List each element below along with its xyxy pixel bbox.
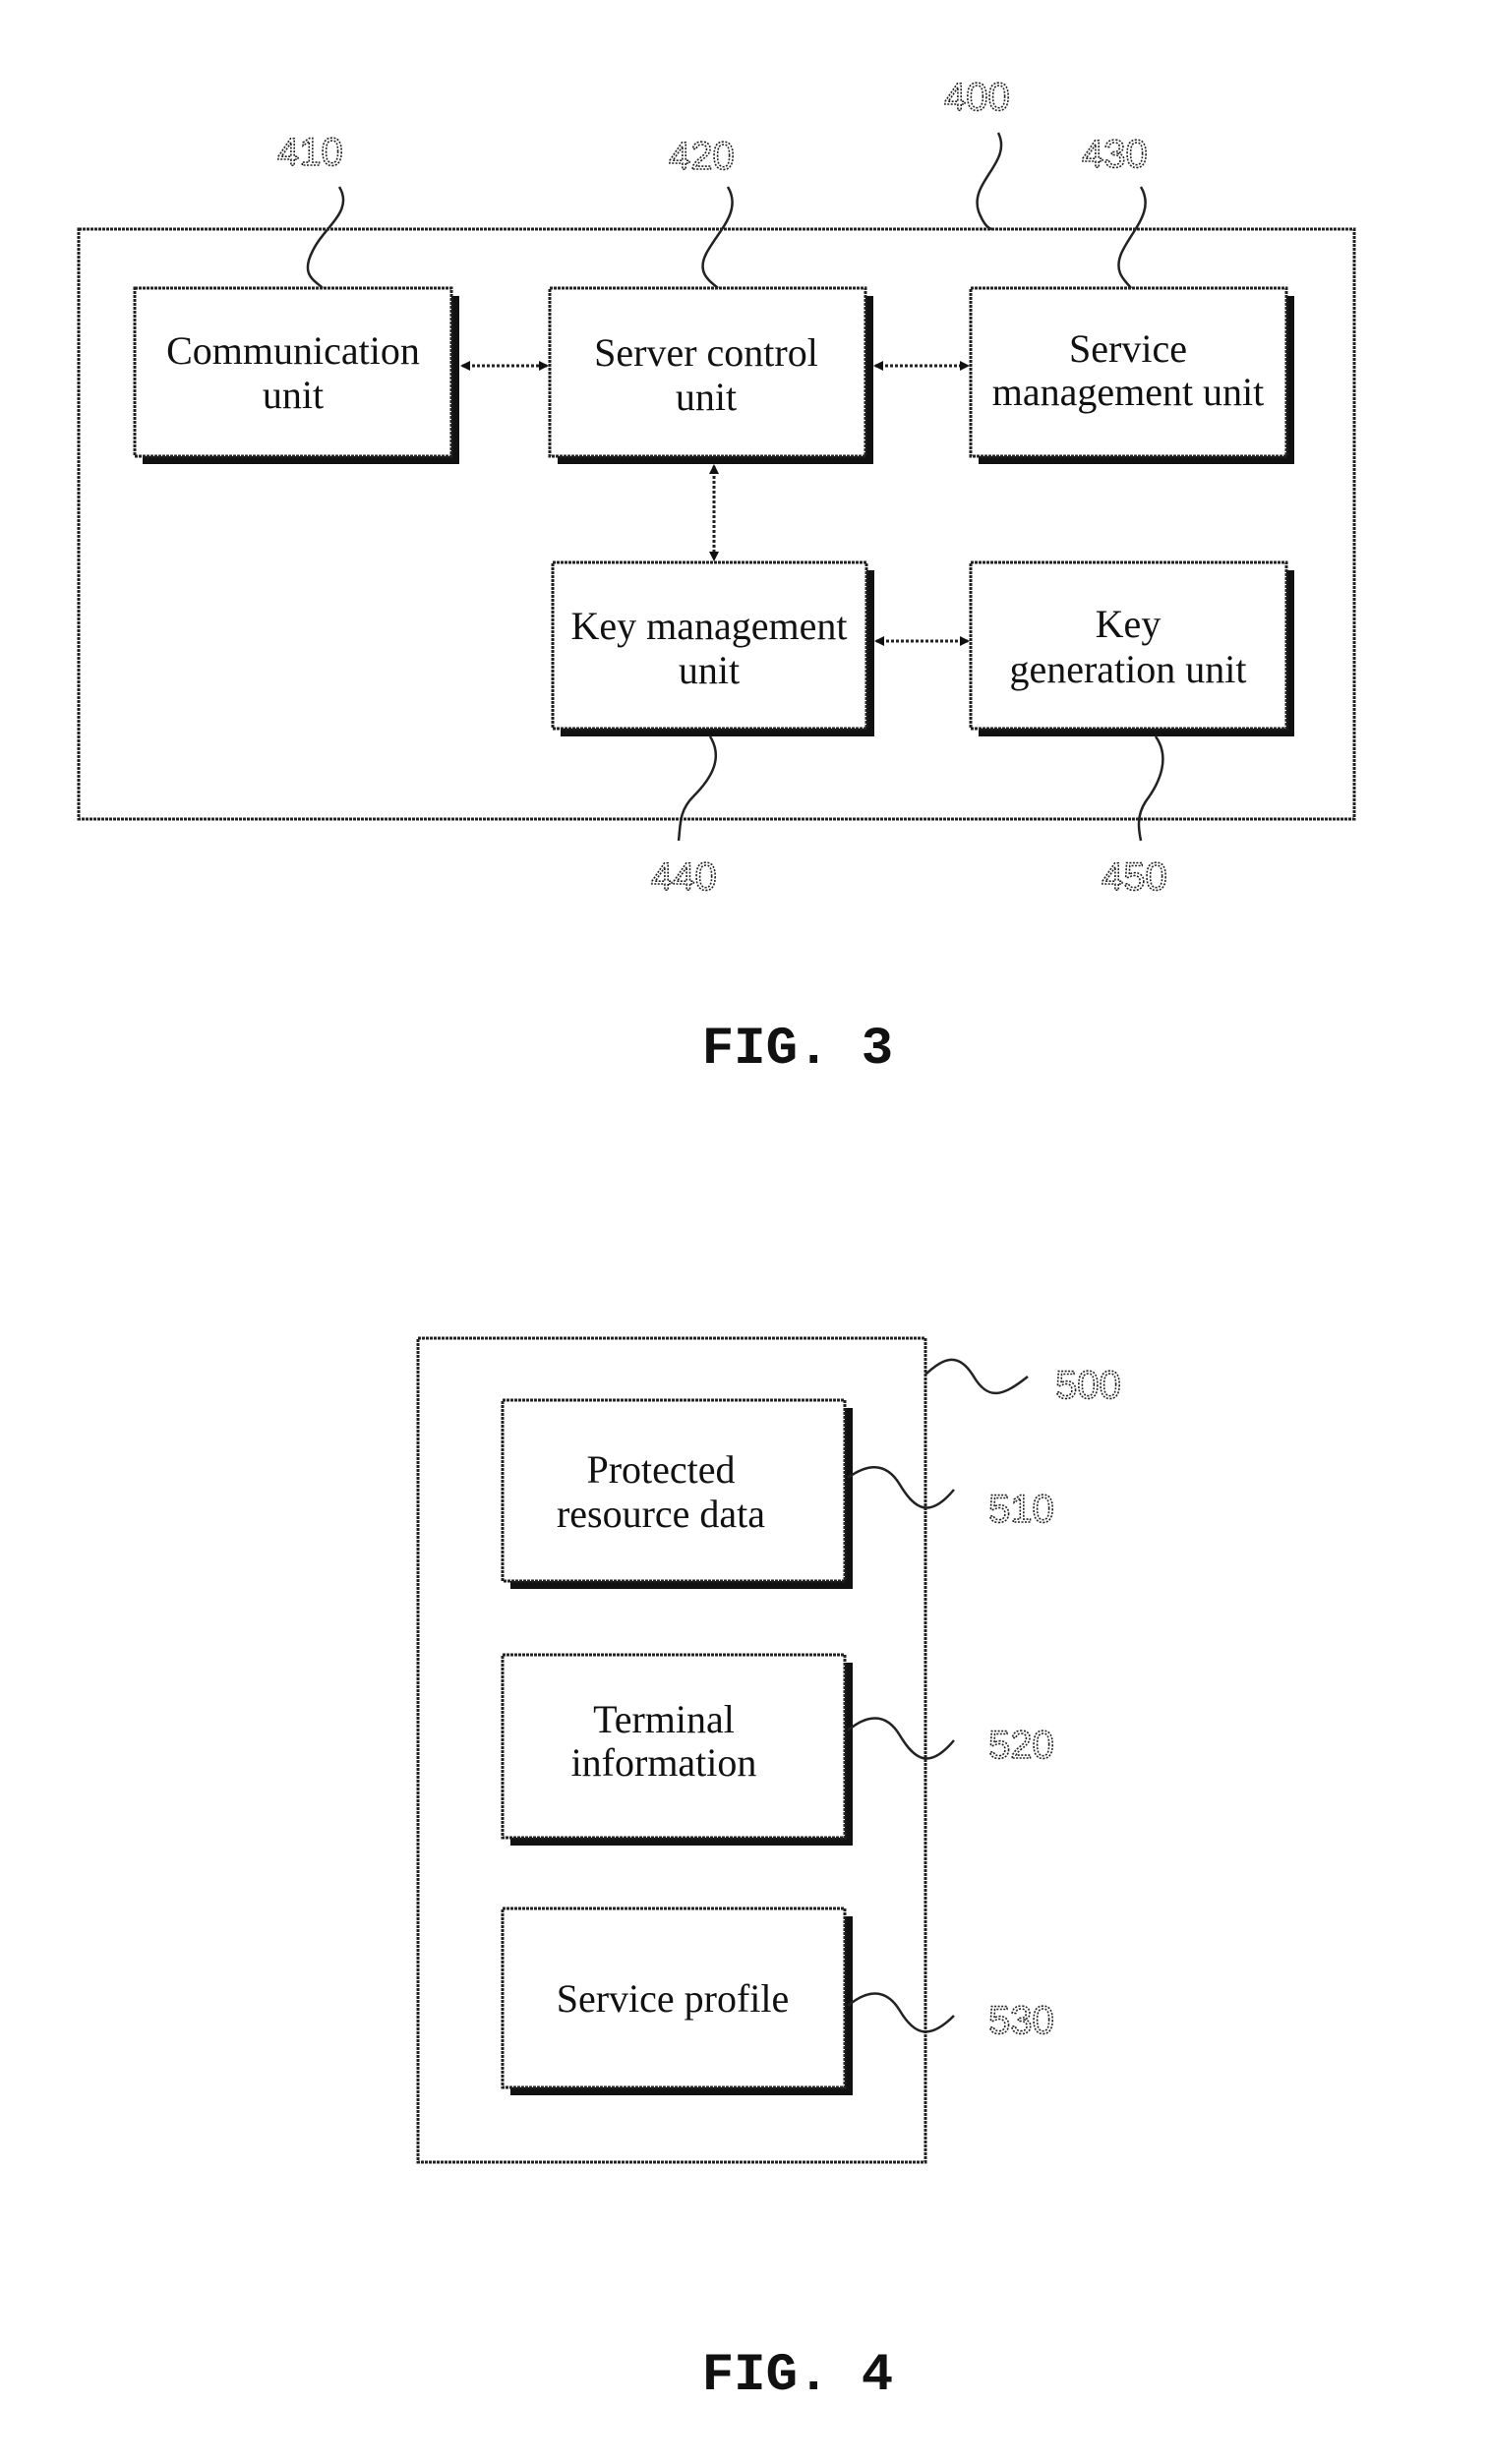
leader-520 — [847, 1717, 955, 1760]
block-510-line2: resource data — [557, 1492, 765, 1536]
block-410-line2: unit — [263, 373, 324, 417]
block-430-line2: management unit — [992, 370, 1265, 414]
block-service-profile: Service profile — [501, 1907, 853, 2095]
block-520-line1: Terminal — [593, 1697, 735, 1741]
ref-420: 420 — [669, 135, 735, 178]
block-450-line2: generation unit — [1009, 647, 1246, 691]
block-key-generation-unit: Key generation unit — [969, 560, 1294, 736]
block-key-management-unit: Key management unit — [551, 560, 874, 736]
fig4-diagram: 500 Protected resource data 510 Terminal… — [416, 1336, 1122, 2406]
block-450-line1: Key — [1096, 602, 1161, 646]
leader-510 — [847, 1466, 955, 1509]
block-service-management-unit: Service management unit — [969, 286, 1294, 464]
ref-510: 510 — [988, 1488, 1054, 1531]
block-410-line1: Communication — [166, 328, 420, 373]
ref-520: 520 — [988, 1724, 1054, 1767]
leader-440 — [677, 735, 718, 842]
ref-410: 410 — [277, 131, 343, 174]
leader-500 — [924, 1358, 1029, 1395]
fig3-diagram: 400 Communication unit 410 Server contro… — [77, 75, 1356, 1080]
leader-400 — [976, 132, 1003, 231]
block-530-line1: Service profile — [557, 1976, 790, 2021]
fig3-caption: FIG. 3 — [702, 1020, 893, 1080]
block-510-line1: Protected — [586, 1447, 735, 1492]
block-420-line2: unit — [676, 375, 737, 419]
block-440-line2: unit — [679, 648, 740, 692]
ref-430: 430 — [1082, 133, 1148, 176]
fig4-caption: FIG. 4 — [702, 2346, 893, 2406]
ref-400: 400 — [944, 76, 1010, 119]
ref-500: 500 — [1055, 1364, 1121, 1407]
ref-530: 530 — [988, 1999, 1054, 2042]
leader-450 — [1137, 735, 1164, 842]
block-server-control-unit: Server control unit — [548, 286, 873, 464]
block-520-line2: information — [571, 1740, 757, 1785]
block-440-line1: Key management — [571, 604, 848, 648]
leader-430 — [1117, 186, 1147, 289]
block-communication-unit: Communication unit — [133, 286, 459, 464]
ref-440: 440 — [651, 855, 717, 899]
block-430-line1: Service — [1069, 326, 1187, 371]
patent-drawing-sheet: 400 Communication unit 410 Server contro… — [77, 75, 1356, 2406]
leader-420 — [701, 186, 734, 289]
leader-410 — [306, 186, 345, 289]
block-terminal-information: Terminal information — [501, 1653, 853, 1846]
block-420-line1: Server control — [594, 330, 818, 375]
block-protected-resource-data: Protected resource data — [501, 1398, 853, 1589]
ref-450: 450 — [1102, 855, 1167, 899]
leader-530 — [847, 1992, 955, 2033]
